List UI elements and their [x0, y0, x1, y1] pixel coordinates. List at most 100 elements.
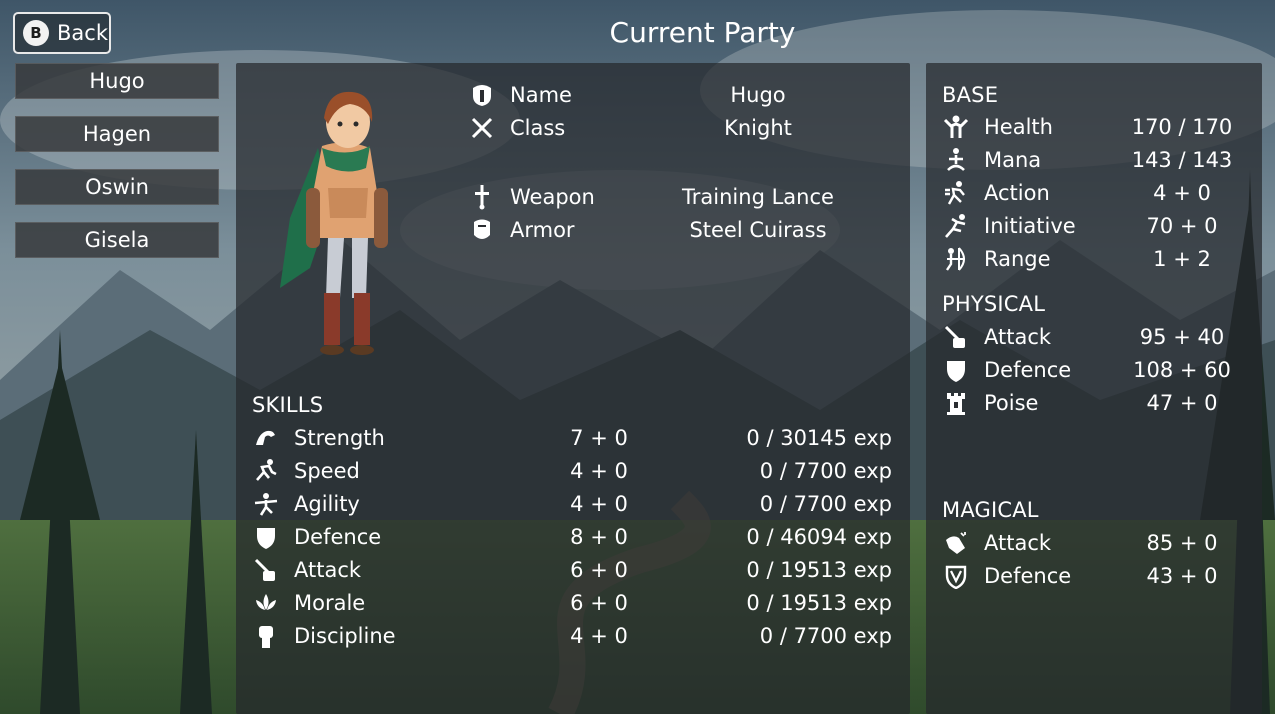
shield-icon — [942, 356, 970, 384]
stat-value: 43 + 0 — [1146, 563, 1218, 588]
magic-shield-icon — [942, 562, 970, 590]
stat-value: 143 / 143 — [1131, 147, 1233, 172]
stat-name: Defence — [984, 563, 1072, 588]
base-row-range: Range 1 + 2 — [942, 242, 1242, 275]
sword-hand-icon — [942, 323, 970, 351]
skill-name: Morale — [294, 590, 366, 615]
dashing-figure-icon — [942, 179, 970, 207]
magic-hand-icon — [942, 529, 970, 557]
magical-heading: MAGICAL — [942, 498, 1039, 522]
party-member-hagen[interactable]: Hagen — [15, 116, 219, 152]
skill-name: Attack — [294, 557, 362, 582]
magical-stats-list: Attack 85 + 0 Defence 43 + 0 — [942, 526, 1242, 592]
skill-exp: 0 / 46094 exp — [746, 524, 892, 549]
class-value: Knight — [724, 115, 792, 140]
magical-row-defence: Defence 43 + 0 — [942, 559, 1242, 592]
skill-value: 4 + 0 — [570, 458, 628, 483]
skill-name: Strength — [294, 425, 385, 450]
sword-hand-icon — [252, 556, 280, 584]
physical-row-defence: Defence 108 + 60 — [942, 353, 1242, 386]
skill-value: 7 + 0 — [570, 425, 628, 450]
physical-row-attack: Attack 95 + 40 — [942, 320, 1242, 353]
skill-row-strength: Strength 7 + 0 0 / 30145 exp — [252, 421, 902, 454]
base-row-initiative: Initiative 70 + 0 — [942, 209, 1242, 242]
base-row-health: Health 170 / 170 — [942, 110, 1242, 143]
strongman-icon — [942, 113, 970, 141]
running-figure-icon — [252, 457, 280, 485]
base-row-action: Action 4 + 0 — [942, 176, 1242, 209]
skill-row-attack: Attack 6 + 0 0 / 19513 exp — [252, 553, 902, 586]
skill-exp: 0 / 19513 exp — [746, 590, 892, 615]
skills-list: Strength 7 + 0 0 / 30145 exp Speed 4 + 0 0 / … — [252, 421, 902, 652]
stat-name: Poise — [984, 390, 1039, 415]
character-portrait — [280, 91, 388, 355]
skill-value: 4 + 0 — [570, 491, 628, 516]
stat-name: Mana — [984, 147, 1042, 172]
skill-value: 6 + 0 — [570, 557, 628, 582]
stat-value: 4 + 0 — [1153, 180, 1211, 205]
name-label: Name — [510, 82, 572, 107]
stat-value: 170 / 170 — [1131, 114, 1233, 139]
party-member-gisela[interactable]: Gisela — [15, 222, 219, 258]
skill-name: Discipline — [294, 623, 396, 648]
magical-row-attack: Attack 85 + 0 — [942, 526, 1242, 559]
stat-name: Range — [984, 246, 1051, 271]
stat-value: 108 + 60 — [1133, 357, 1231, 382]
skill-exp: 0 / 30145 exp — [746, 425, 892, 450]
skill-value: 6 + 0 — [570, 590, 628, 615]
skill-row-morale: Morale 6 + 0 0 / 19513 exp — [252, 586, 902, 619]
skill-name: Speed — [294, 458, 360, 483]
helmet-icon — [468, 81, 496, 109]
info-row-name: Name Hugo — [468, 78, 868, 111]
armor-value: Steel Cuirass — [689, 217, 827, 242]
stat-name: Defence — [984, 357, 1072, 382]
name-value: Hugo — [730, 82, 786, 107]
stat-name: Health — [984, 114, 1053, 139]
party-member-oswin[interactable]: Oswin — [15, 169, 219, 205]
physical-stats-list: Attack 95 + 40 Defence 108 + 60 Poise 47 + 0 — [942, 320, 1242, 419]
weapon-value: Training Lance — [682, 184, 834, 209]
skill-exp: 0 / 7700 exp — [759, 623, 892, 648]
weapon-label: Weapon — [510, 184, 595, 209]
skill-name: Agility — [294, 491, 360, 516]
skill-exp: 0 / 7700 exp — [759, 458, 892, 483]
skill-name: Defence — [294, 524, 382, 549]
info-row-armor: Armor Steel Cuirass — [468, 213, 868, 246]
stat-value: 47 + 0 — [1146, 390, 1218, 415]
sword-icon — [468, 183, 496, 211]
stat-name: Attack — [984, 324, 1052, 349]
info-row-class: Class Knight — [468, 111, 868, 144]
base-row-mana: Mana 143 / 143 — [942, 143, 1242, 176]
b-key-badge: B — [23, 20, 49, 46]
skill-exp: 0 / 19513 exp — [746, 557, 892, 582]
shield-icon — [252, 523, 280, 551]
armor-label: Armor — [510, 217, 575, 242]
stat-name: Action — [984, 180, 1050, 205]
skill-value: 4 + 0 — [570, 623, 628, 648]
skill-exp: 0 / 7700 exp — [759, 491, 892, 516]
skill-row-discipline: Discipline 4 + 0 0 / 7700 exp — [252, 619, 902, 652]
physical-heading: PHYSICAL — [942, 292, 1046, 316]
stat-value: 70 + 0 — [1146, 213, 1218, 238]
base-heading: BASE — [942, 83, 999, 107]
stat-name: Initiative — [984, 213, 1076, 238]
stat-value: 95 + 40 — [1139, 324, 1225, 349]
skill-row-defence: Defence 8 + 0 0 / 46094 exp — [252, 520, 902, 553]
skill-value: 8 + 0 — [570, 524, 628, 549]
skill-row-speed: Speed 4 + 0 0 / 7700 exp — [252, 454, 902, 487]
stat-value: 85 + 0 — [1146, 530, 1218, 555]
acrobat-figure-icon — [252, 490, 280, 518]
flexed-arm-icon — [252, 424, 280, 452]
archer-icon — [942, 245, 970, 273]
party-member-hugo[interactable]: Hugo — [15, 63, 219, 99]
back-button[interactable]: B Back — [13, 12, 111, 54]
skill-row-agility: Agility 4 + 0 0 / 7700 exp — [252, 487, 902, 520]
physical-row-poise: Poise 47 + 0 — [942, 386, 1242, 419]
info-row-weapon: Weapon Training Lance — [468, 180, 868, 213]
base-stats-list: Health 170 / 170 Mana 143 / 143 Action 4 + 0 I… — [942, 110, 1242, 275]
armor-icon — [468, 216, 496, 244]
back-label: Back — [57, 21, 108, 45]
crossed-swords-icon — [468, 114, 496, 142]
meditating-figure-icon — [942, 146, 970, 174]
skills-heading: SKILLS — [252, 393, 324, 417]
